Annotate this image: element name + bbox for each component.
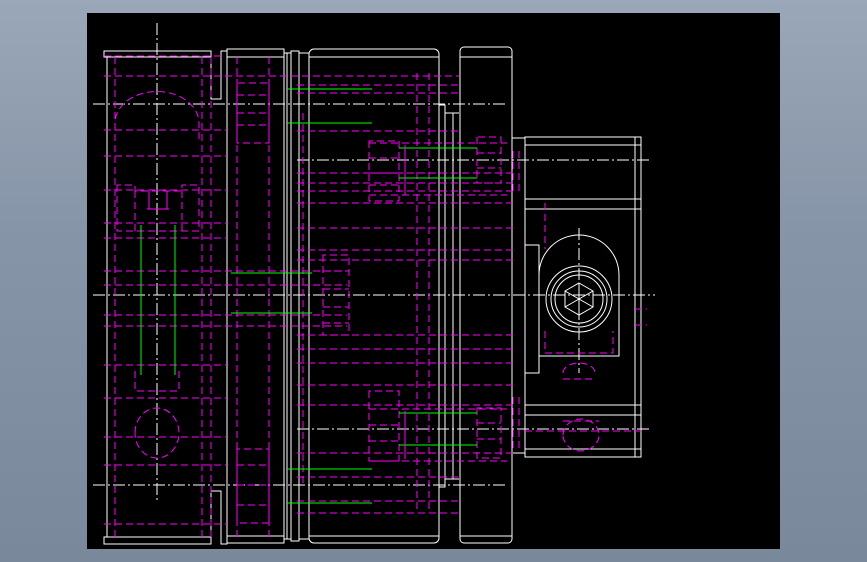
clamp-slot-frame	[524, 244, 540, 374]
screw-slot-details	[147, 145, 406, 459]
hidden-lower-screw	[562, 418, 600, 452]
spacer-plate-2	[290, 50, 300, 542]
hidden-lines	[104, 55, 647, 537]
flange-plate-left	[226, 48, 285, 544]
disc-plate-2	[444, 112, 454, 480]
left-hub-outline	[103, 50, 228, 545]
hidden-screw-head-plate-bottom	[236, 448, 270, 524]
disc-plate-1	[438, 104, 446, 488]
hidden-screw-head-left-upper	[116, 184, 200, 232]
hidden-bolt-head-lower-right	[476, 407, 502, 459]
drawing-canvas	[93, 23, 655, 545]
cad-drawing-viewport[interactable]	[87, 13, 780, 549]
hidden-bolt-head-lower-left	[368, 390, 400, 462]
hidden-bolt-head-upper-left	[368, 140, 400, 202]
